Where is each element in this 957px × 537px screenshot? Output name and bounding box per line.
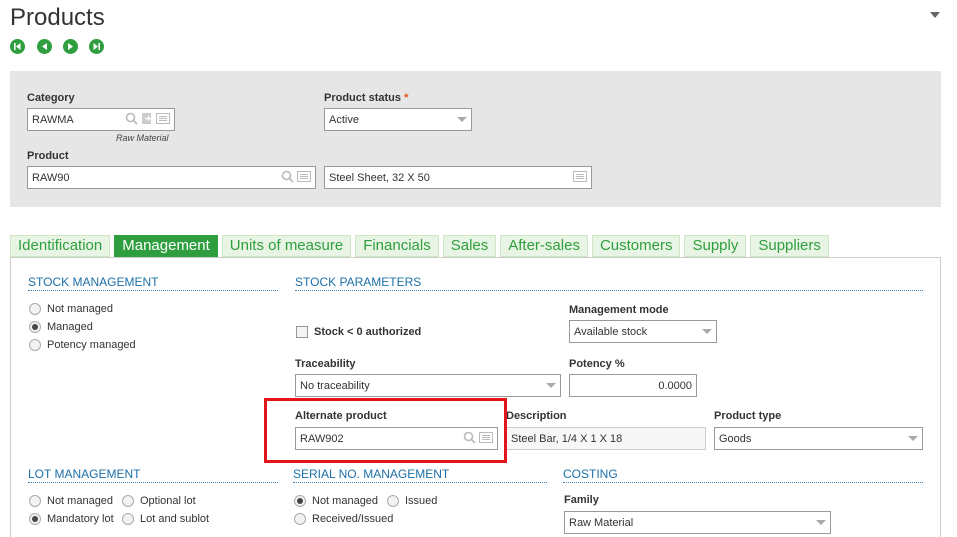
radio-button[interactable] <box>122 495 134 507</box>
stock-potency-managed-radio[interactable]: Potency managed <box>29 336 136 354</box>
tab-management[interactable]: Management <box>114 235 218 257</box>
radio-button[interactable] <box>29 303 41 315</box>
costing-title: COSTING <box>563 467 923 483</box>
negative-stock-checkbox[interactable]: Stock < 0 authorized <box>296 323 421 341</box>
required-marker: * <box>404 92 409 104</box>
zoom-to-record-icon[interactable] <box>141 112 153 128</box>
radio-button[interactable] <box>387 495 399 507</box>
selection-list-icon[interactable] <box>573 170 587 185</box>
radio-button[interactable] <box>29 513 41 525</box>
management-mode-select[interactable]: Available stock <box>569 320 717 343</box>
tab-bar: Identification Management Units of measu… <box>10 235 833 257</box>
alternate-description-field: Steel Bar, 1/4 X 1 X 18 <box>506 427 706 450</box>
page-title: Products <box>10 4 105 31</box>
search-icon[interactable] <box>281 170 294 186</box>
tab-sales[interactable]: Sales <box>442 235 497 257</box>
tab-financials[interactable]: Financials <box>355 235 439 257</box>
chevron-down-icon <box>702 329 712 334</box>
stock-managed-radio[interactable]: Managed <box>29 318 93 336</box>
tab-identification[interactable]: Identification <box>10 235 111 257</box>
traceability-label: Traceability <box>295 358 356 370</box>
potency-field[interactable]: 0.0000 <box>569 374 697 397</box>
category-label: Category <box>27 92 75 104</box>
product-description-field[interactable]: Steel Sheet, 32 X 50 <box>324 166 592 189</box>
serial-received-issued-radio[interactable]: Received/Issued <box>294 510 393 528</box>
tab-units-of-measure[interactable]: Units of measure <box>221 235 352 257</box>
serial-not-managed-radio[interactable]: Not managed <box>294 492 378 510</box>
first-record-icon[interactable] <box>10 39 25 54</box>
family-label: Family <box>564 494 599 506</box>
next-record-icon[interactable] <box>63 39 78 54</box>
potency-label: Potency % <box>569 358 625 370</box>
category-field[interactable]: RAWMA <box>27 108 175 131</box>
stock-parameters-title: STOCK PARAMETERS <box>295 275 923 291</box>
management-mode-label: Management mode <box>569 304 669 316</box>
lot-optional-radio[interactable]: Optional lot <box>122 492 196 510</box>
product-type-select[interactable]: Goods <box>714 427 923 450</box>
radio-button[interactable] <box>122 513 134 525</box>
chevron-down-icon <box>908 436 918 441</box>
lot-mandatory-radio[interactable]: Mandatory lot <box>29 510 114 528</box>
search-icon[interactable] <box>125 112 138 128</box>
radio-button[interactable] <box>294 513 306 525</box>
product-status-label: Product status * <box>324 92 409 104</box>
previous-record-icon[interactable] <box>37 39 52 54</box>
stock-not-managed-radio[interactable]: Not managed <box>29 300 113 318</box>
radio-button[interactable] <box>29 339 41 351</box>
last-record-icon[interactable] <box>89 39 104 54</box>
collapse-caret-icon[interactable] <box>930 12 940 18</box>
category-hint: Raw Material <box>116 133 169 143</box>
stock-management-title: STOCK MANAGEMENT <box>28 275 278 291</box>
tab-customers[interactable]: Customers <box>591 235 681 257</box>
selection-list-icon[interactable] <box>297 170 311 185</box>
product-label: Product <box>27 150 69 162</box>
product-status-value: Active <box>329 113 359 126</box>
product-status-select[interactable]: Active <box>324 108 472 131</box>
radio-button[interactable] <box>29 321 41 333</box>
product-type-label: Product type <box>714 410 782 422</box>
radio-button[interactable] <box>29 495 41 507</box>
lot-management-title: LOT MANAGEMENT <box>28 467 278 483</box>
serial-management-title: SERIAL NO. MANAGEMENT <box>293 467 547 483</box>
lot-and-sublot-radio[interactable]: Lot and sublot <box>122 510 209 528</box>
selection-list-icon[interactable] <box>156 112 170 127</box>
chevron-down-icon <box>546 383 556 388</box>
tab-suppliers[interactable]: Suppliers <box>750 235 829 257</box>
description-label: Description <box>506 410 567 422</box>
serial-issued-radio[interactable]: Issued <box>387 492 437 510</box>
product-value: RAW90 <box>32 171 70 184</box>
chevron-down-icon <box>457 117 467 122</box>
checkbox[interactable] <box>296 326 308 338</box>
lot-not-managed-radio[interactable]: Not managed <box>29 492 113 510</box>
radio-button[interactable] <box>294 495 306 507</box>
traceability-select[interactable]: No traceability <box>295 374 561 397</box>
tab-after-sales[interactable]: After-sales <box>500 235 588 257</box>
highlight-box <box>264 398 507 463</box>
product-description-value: Steel Sheet, 32 X 50 <box>329 171 430 184</box>
product-field[interactable]: RAW90 <box>27 166 316 189</box>
category-value: RAWMA <box>32 113 74 126</box>
tab-supply[interactable]: Supply <box>684 235 747 257</box>
chevron-down-icon <box>816 520 826 525</box>
